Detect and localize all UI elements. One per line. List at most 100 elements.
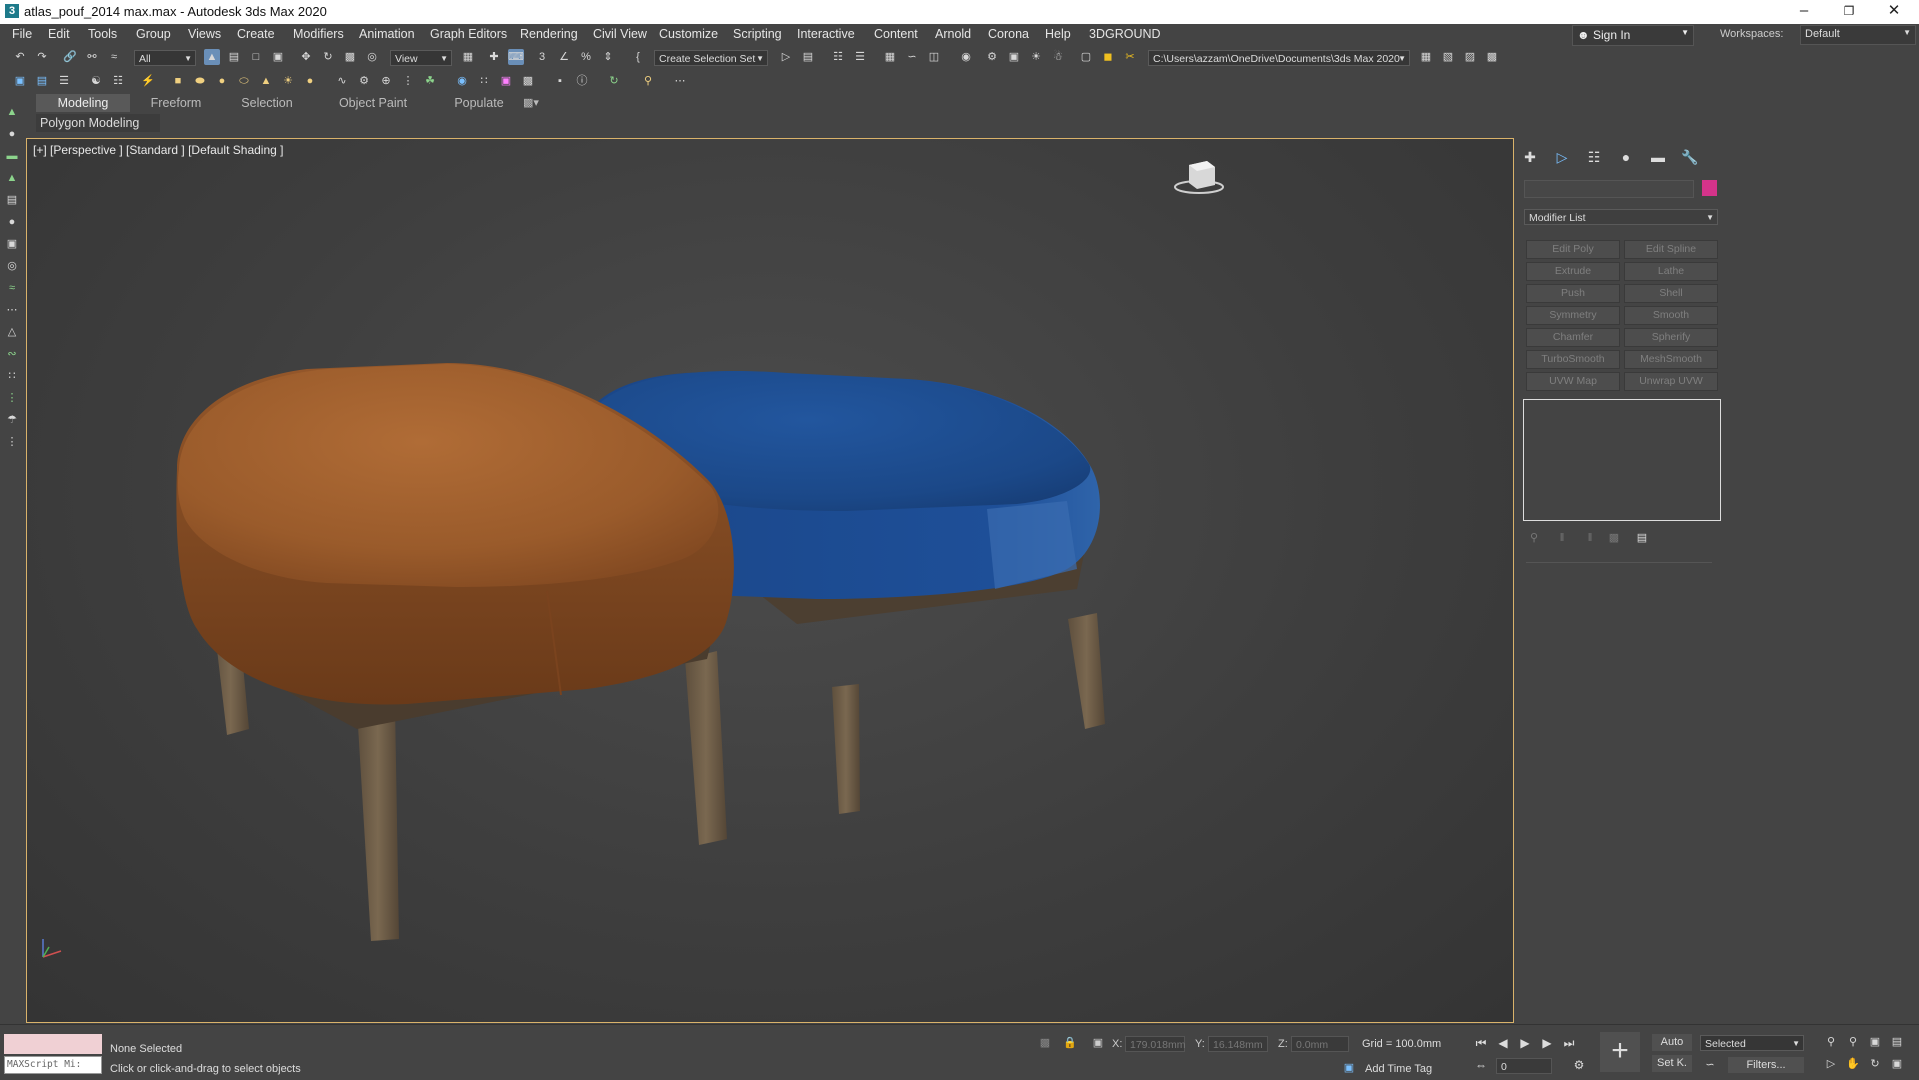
select-by-name-icon[interactable]: ▤ bbox=[226, 49, 242, 65]
go-to-start-icon[interactable]: ⏮ bbox=[1472, 1035, 1490, 1051]
chamfer-button[interactable]: Chamfer bbox=[1526, 328, 1620, 347]
tab-populate[interactable]: Populate bbox=[434, 94, 524, 112]
key-filter-select[interactable]: Selected ▼ bbox=[1700, 1035, 1804, 1051]
rectangular-selection-icon[interactable]: □ bbox=[248, 49, 264, 65]
open-project-icon[interactable]: ▦ bbox=[1418, 49, 1434, 65]
toggle-ribbon-icon[interactable]: ▦ bbox=[882, 49, 898, 65]
maxscript-input[interactable]: MAXScript Mi: bbox=[4, 1056, 102, 1074]
multi-material-icon[interactable]: ∷ bbox=[476, 73, 492, 89]
y-coordinate-field[interactable]: 16.148mm bbox=[1208, 1036, 1268, 1052]
x-coordinate-field[interactable]: 179.018mm bbox=[1125, 1036, 1185, 1052]
current-frame-field[interactable]: 0 bbox=[1496, 1058, 1552, 1074]
field-of-view-icon[interactable]: ▷ bbox=[1823, 1056, 1839, 1072]
menu-views[interactable]: Views bbox=[188, 27, 221, 41]
render-iterative-icon[interactable]: ☃ bbox=[1050, 49, 1066, 65]
view-cube[interactable] bbox=[1174, 161, 1224, 194]
unwrap-uvw-button[interactable]: Unwrap UVW bbox=[1624, 372, 1718, 391]
viewport-icon[interactable]: ▣ bbox=[12, 73, 28, 89]
time-tag-icon[interactable]: ▣ bbox=[1341, 1060, 1357, 1076]
key-tangents-icon[interactable]: ∽ bbox=[1702, 1057, 1718, 1073]
restore-button[interactable]: ❐ bbox=[1826, 0, 1872, 24]
remove-modifier-icon[interactable]: ▩ bbox=[1606, 530, 1622, 546]
angle-snap-icon[interactable]: ∠ bbox=[556, 49, 572, 65]
scale-icon[interactable]: ▩ bbox=[342, 49, 358, 65]
orbit-icon[interactable]: ↻ bbox=[1867, 1056, 1883, 1072]
toggle-layer-explorer-icon[interactable]: ☰ bbox=[852, 49, 868, 65]
align-icon[interactable]: ▤ bbox=[800, 49, 816, 65]
z-coordinate-field[interactable]: 0.0mm bbox=[1291, 1036, 1349, 1052]
extrude-button[interactable]: Extrude bbox=[1526, 262, 1620, 281]
menu-arnold[interactable]: Arnold bbox=[935, 27, 971, 41]
modifier-icon[interactable]: ⚙ bbox=[356, 73, 372, 89]
render-element-icon[interactable]: ▩ bbox=[520, 73, 536, 89]
render-active-shade-icon[interactable]: ◼ bbox=[1100, 49, 1116, 65]
toggle-scene-explorer-icon[interactable]: ☷ bbox=[830, 49, 846, 65]
hierarchy-icon[interactable]: ☷ bbox=[110, 73, 126, 89]
modify-tab-icon[interactable]: ▷ bbox=[1552, 149, 1572, 165]
schematic-view-icon[interactable]: ◫ bbox=[926, 49, 942, 65]
zoom-extents-icon[interactable]: ▣ bbox=[1867, 1034, 1883, 1050]
pin-stack-icon[interactable]: ⚲ bbox=[1526, 530, 1542, 546]
zoom-extents-all-icon[interactable]: ▤ bbox=[1889, 1034, 1905, 1050]
mirror-icon[interactable]: ▷ bbox=[778, 49, 794, 65]
menu-civil-view[interactable]: Civil View bbox=[593, 27, 647, 41]
select-manipulate-icon[interactable]: ✚ bbox=[486, 49, 502, 65]
auto-key-button[interactable]: Auto bbox=[1652, 1034, 1692, 1051]
grid-dots-icon[interactable]: ⋯ bbox=[672, 73, 688, 89]
sort-icon[interactable]: ● bbox=[4, 126, 20, 142]
rendered-frame-window-icon[interactable]: ▣ bbox=[1006, 49, 1022, 65]
workspace-select[interactable]: Default ▼ bbox=[1800, 25, 1916, 45]
unlink-icon[interactable]: ⚯ bbox=[84, 49, 100, 65]
menu-graph-editors[interactable]: Graph Editors bbox=[430, 27, 507, 41]
help-icon[interactable]: ⓘ bbox=[574, 73, 590, 89]
add-time-tag-label[interactable]: Add Time Tag bbox=[1365, 1063, 1432, 1075]
scene-icon[interactable]: ▤ bbox=[34, 73, 50, 89]
display-geometry-icon[interactable]: ▲ bbox=[4, 170, 20, 186]
push-button[interactable]: Push bbox=[1526, 284, 1620, 303]
reference-coordinate-select[interactable]: View ▼ bbox=[390, 50, 452, 66]
light-icon[interactable]: ☀ bbox=[280, 73, 296, 89]
edit-spline-button[interactable]: Edit Spline bbox=[1624, 240, 1718, 259]
menu-content[interactable]: Content bbox=[874, 27, 918, 41]
project-folder-select[interactable]: C:\Users\azzam\OneDrive\Documents\3ds Ma… bbox=[1148, 50, 1410, 66]
spline-icon[interactable]: ∿ bbox=[334, 73, 350, 89]
lathe-button[interactable]: Lathe bbox=[1624, 262, 1718, 281]
toggle-all-icon[interactable]: ⋮ bbox=[4, 390, 20, 406]
select-children-icon[interactable]: ☯ bbox=[88, 73, 104, 89]
named-selection-set-select[interactable]: Create Selection Set ▼ bbox=[654, 50, 768, 66]
motion-tab-icon[interactable]: ● bbox=[1616, 149, 1636, 165]
zoom-icon[interactable]: ⚲ bbox=[1823, 1034, 1839, 1050]
tab-freeform[interactable]: Freeform bbox=[136, 94, 216, 112]
snaps-toggle-icon[interactable]: 3 bbox=[534, 49, 550, 65]
shell-button[interactable]: Shell bbox=[1624, 284, 1718, 303]
plant-icon[interactable]: ☘ bbox=[422, 73, 438, 89]
uvw-map-button[interactable]: UVW Map bbox=[1526, 372, 1620, 391]
cone-primitive-icon[interactable]: ▲ bbox=[258, 73, 274, 89]
rotate-icon[interactable]: ↻ bbox=[320, 49, 336, 65]
tab-modeling[interactable]: Modeling bbox=[36, 94, 130, 112]
filters-button[interactable]: Filters... bbox=[1728, 1057, 1804, 1073]
display-shapes-icon[interactable]: ▤ bbox=[4, 192, 20, 208]
window-crossing-icon[interactable]: ▣ bbox=[270, 49, 286, 65]
make-unique-icon[interactable]: ‖ bbox=[1582, 530, 1598, 546]
smooth-button[interactable]: Smooth bbox=[1624, 306, 1718, 325]
close-button[interactable]: ✕ bbox=[1871, 0, 1917, 24]
pivot-center-icon[interactable]: ▦ bbox=[460, 49, 476, 65]
menu-tools[interactable]: Tools bbox=[88, 27, 117, 41]
material-editor-icon[interactable]: ◉ bbox=[958, 49, 974, 65]
move-icon[interactable]: ✥ bbox=[298, 49, 314, 65]
expand-icon[interactable]: ⋮ bbox=[4, 434, 20, 450]
teapot-primitive-icon[interactable]: ● bbox=[302, 73, 318, 89]
place-icon[interactable]: ◎ bbox=[364, 49, 380, 65]
save-project-icon[interactable]: ▧ bbox=[1440, 49, 1456, 65]
menu-3dground[interactable]: 3DGROUND bbox=[1089, 27, 1161, 41]
display-xrefs-icon[interactable]: △ bbox=[4, 324, 20, 340]
previous-frame-icon[interactable]: ◀ bbox=[1494, 1035, 1512, 1051]
keyboard-shortcut-override-icon[interactable]: ⌨ bbox=[508, 49, 524, 65]
percent-snap-icon[interactable]: % bbox=[578, 49, 594, 65]
project-manager-icon[interactable]: ▨ bbox=[1462, 49, 1478, 65]
selection-lock-icon[interactable]: 🔒 bbox=[1062, 1035, 1078, 1051]
helper-icon[interactable]: ⊕ bbox=[378, 73, 394, 89]
ribbon-options-icon[interactable]: ▩▾ bbox=[516, 94, 546, 112]
utilities-tab-icon[interactable]: 🔧 bbox=[1680, 149, 1700, 165]
